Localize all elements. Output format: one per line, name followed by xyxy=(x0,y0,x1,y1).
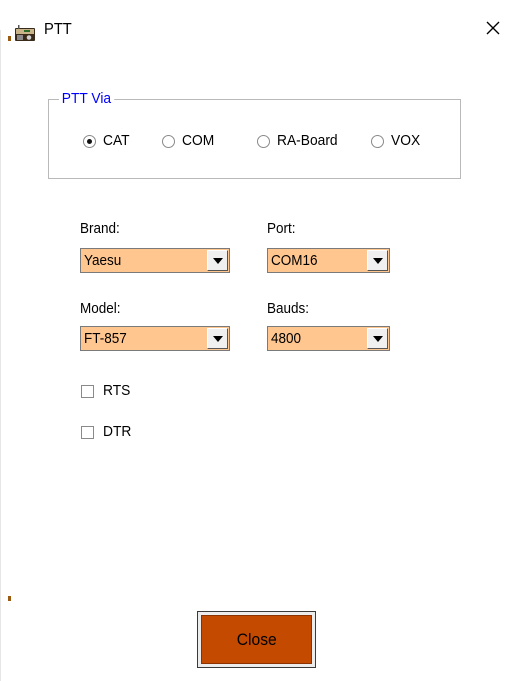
brand-label: Brand: xyxy=(80,220,120,237)
port-select[interactable]: COM16 xyxy=(267,248,390,273)
bauds-select[interactable]: 4800 xyxy=(267,326,390,351)
radio-com-label: COM xyxy=(182,132,215,149)
bauds-value: 4800 xyxy=(271,330,302,347)
title-bar: PTT xyxy=(0,0,509,60)
dtr-checkbox-box[interactable] xyxy=(81,425,94,439)
rts-label: RTS xyxy=(103,382,131,399)
window-title: PTT xyxy=(44,21,72,38)
rts-checkbox-box[interactable] xyxy=(81,384,94,398)
chevron-down-icon[interactable] xyxy=(207,328,228,349)
radio-ra-board-indicator[interactable] xyxy=(257,134,270,148)
radio-icon xyxy=(15,25,35,41)
brand-value: Yaesu xyxy=(84,252,122,269)
radio-vox-indicator[interactable] xyxy=(371,134,384,148)
close-icon[interactable] xyxy=(482,17,504,39)
ptt-via-group: PTT Via CAT COM RA-Board VOX xyxy=(48,90,461,179)
edge-marker-bottom xyxy=(8,596,11,601)
dtr-label: DTR xyxy=(103,423,132,440)
chevron-down-icon[interactable] xyxy=(367,328,388,349)
radio-com-indicator[interactable] xyxy=(162,134,175,148)
close-button-label: Close xyxy=(236,629,277,649)
chevron-down-icon[interactable] xyxy=(207,250,228,271)
close-button-face[interactable]: Close xyxy=(201,615,312,664)
bauds-label: Bauds: xyxy=(267,300,310,317)
radio-com[interactable]: COM xyxy=(162,132,217,150)
radio-ra-board[interactable]: RA-Board xyxy=(257,132,343,150)
radio-vox-label: VOX xyxy=(391,132,421,149)
radio-ra-board-label: RA-Board xyxy=(277,132,338,149)
port-value: COM16 xyxy=(271,252,318,269)
radio-cat-indicator[interactable] xyxy=(83,134,96,148)
port-label: Port: xyxy=(267,220,296,237)
ptt-window: PTT PTT Via CAT COM RA-Board VOX Brand: … xyxy=(0,0,509,681)
chevron-down-icon[interactable] xyxy=(367,250,388,271)
window-left-border xyxy=(0,30,1,681)
model-value: FT-857 xyxy=(84,330,127,347)
radio-cat[interactable]: CAT xyxy=(83,132,132,150)
brand-select[interactable]: Yaesu xyxy=(80,248,230,273)
rts-checkbox[interactable]: RTS xyxy=(81,382,133,400)
radio-vox[interactable]: VOX xyxy=(371,132,423,150)
radio-cat-label: CAT xyxy=(103,132,130,149)
dtr-checkbox[interactable]: DTR xyxy=(81,423,134,441)
model-select[interactable]: FT-857 xyxy=(80,326,230,351)
close-button[interactable]: Close xyxy=(197,611,316,668)
model-label: Model: xyxy=(80,300,121,317)
ptt-via-title: PTT Via xyxy=(59,90,114,108)
